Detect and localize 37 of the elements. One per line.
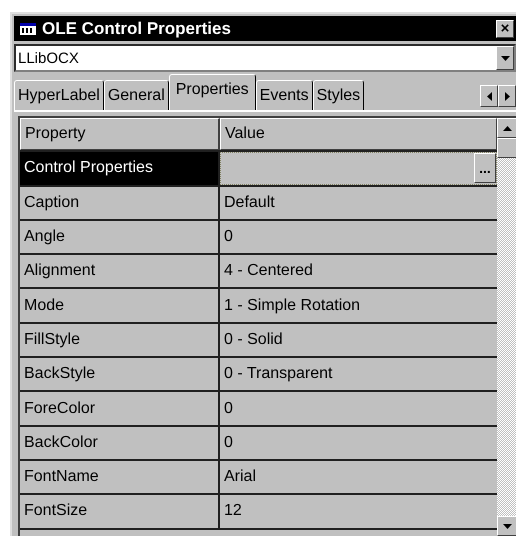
scroll-down-button[interactable]: [497, 516, 516, 536]
value-text: 1 - Simple Rotation: [224, 296, 360, 315]
scroll-left-button[interactable]: [480, 85, 498, 107]
value-text: Arial: [224, 468, 256, 486]
window-icon: [20, 22, 36, 34]
value-text: 0 - Solid: [224, 330, 283, 349]
property-name[interactable]: Control Properties: [20, 152, 220, 185]
value-text: 0: [224, 434, 233, 452]
scroll-up-button[interactable]: [497, 118, 516, 138]
right-arrow-icon: [504, 92, 510, 100]
close-button[interactable]: ×: [496, 20, 514, 38]
dropdown-value: LLibOCX: [17, 50, 80, 66]
tab[interactable]: General: [104, 80, 169, 110]
value-text: 12: [224, 502, 242, 520]
property-value[interactable]: ...: [220, 152, 497, 185]
tab[interactable]: Events: [256, 80, 313, 110]
object-dropdown[interactable]: LLibOCX: [14, 44, 516, 72]
builder-button[interactable]: ...: [474, 153, 496, 184]
left-arrow-icon: [486, 92, 492, 100]
value-text: 0 - Transparent: [224, 365, 332, 384]
scroll-right-button[interactable]: [498, 85, 516, 107]
tab[interactable]: Properties: [168, 74, 256, 110]
tab[interactable]: HyperLabel: [14, 80, 104, 110]
column-header[interactable]: Property: [20, 118, 220, 150]
value-text: 4 - Centered: [224, 262, 313, 280]
dropdown-button[interactable]: [496, 46, 514, 70]
window-title: OLE Control Properties: [42, 18, 232, 38]
scroll-thumb[interactable]: [497, 138, 516, 158]
value-text: 0: [224, 400, 233, 418]
column-header[interactable]: Value: [220, 118, 497, 150]
down-arrow-icon: [502, 524, 512, 528]
value-text: Default: [224, 194, 275, 212]
caret-icon: [500, 56, 510, 60]
value-text: 0: [224, 228, 233, 246]
up-arrow-icon: [502, 126, 512, 130]
vertical-scrollbar[interactable]: [497, 118, 516, 536]
tab[interactable]: Styles: [312, 80, 364, 110]
